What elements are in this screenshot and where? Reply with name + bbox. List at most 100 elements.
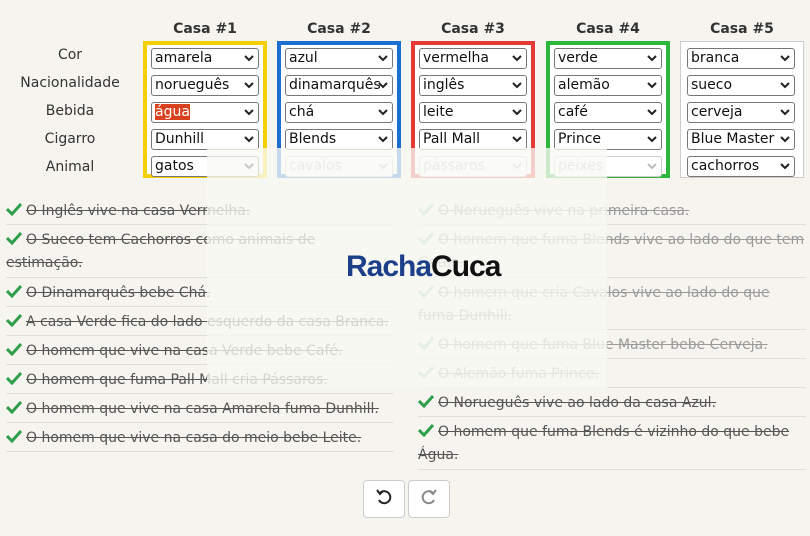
- chevron-down-icon: [378, 53, 388, 63]
- clue-text: O Dinamarquês bebe Chá.: [26, 285, 211, 301]
- chevron-down-icon: [244, 134, 254, 144]
- select-value: inglês: [423, 77, 465, 93]
- chevron-down-icon: [647, 53, 657, 63]
- clue-left-8[interactable]: O homem que vive na casa do meio bebe Le…: [6, 427, 394, 450]
- check-icon: [418, 394, 438, 411]
- divider: [6, 393, 394, 394]
- redo-button[interactable]: [408, 480, 450, 518]
- divider: [418, 416, 806, 417]
- select-value: amarela: [155, 50, 213, 66]
- chevron-down-icon: [512, 134, 522, 144]
- clue-text: O homem que fuma Blends é vizinho do que…: [418, 424, 790, 463]
- racha-cuca-logo: RachaCuca: [346, 250, 501, 283]
- chevron-down-icon: [244, 107, 254, 117]
- check-icon: [6, 313, 26, 330]
- chevron-down-icon: [378, 134, 388, 144]
- check-icon: [6, 371, 26, 388]
- clue-right-6[interactable]: O Norueguês vive ao lado da casa Azul.: [418, 392, 806, 415]
- chevron-down-icon: [512, 107, 522, 117]
- select-value: Dunhill: [155, 131, 205, 147]
- undo-button[interactable]: [363, 480, 405, 518]
- casa-4-cigarro-select[interactable]: Prince: [554, 129, 662, 150]
- select-value: azul: [289, 50, 318, 66]
- chevron-down-icon: [780, 53, 790, 63]
- casa-1-cor-select[interactable]: amarela: [151, 48, 259, 69]
- casa-3-nacionalidade-select[interactable]: inglês: [419, 75, 527, 96]
- casa-3-cor-select[interactable]: vermelha: [419, 48, 527, 69]
- check-icon: [6, 400, 26, 417]
- chevron-down-icon: [780, 134, 790, 144]
- row-label-bebida: Bebida: [45, 103, 95, 119]
- chevron-down-icon: [244, 53, 254, 63]
- check-icon: [6, 342, 26, 359]
- clue-text: O homem que vive na casa Amarela fuma Du…: [26, 401, 379, 417]
- chevron-down-icon: [647, 80, 657, 90]
- select-value: vermelha: [423, 50, 490, 66]
- casa-2-bebida-select[interactable]: chá: [285, 102, 393, 123]
- select-value: alemão: [558, 77, 610, 93]
- row-label-cigarro: Cigarro: [44, 131, 96, 147]
- casa-3-cigarro-select[interactable]: Pall Mall: [419, 129, 527, 150]
- casa-2-cigarro-select[interactable]: Blends: [285, 129, 393, 150]
- divider: [6, 451, 394, 452]
- casa-5-nacionalidade-select[interactable]: sueco: [687, 75, 795, 96]
- select-value: cerveja: [691, 104, 743, 120]
- clue-text: O Norueguês vive ao lado da casa Azul.: [438, 395, 717, 411]
- chevron-down-icon: [378, 107, 388, 117]
- select-value: Blue Master: [691, 131, 775, 147]
- chevron-down-icon: [647, 161, 657, 171]
- casa-1-bebida-select[interactable]: água: [151, 102, 259, 123]
- check-icon: [418, 423, 438, 440]
- casa-1-nacionalidade-select[interactable]: norueguês: [151, 75, 259, 96]
- divider: [418, 469, 806, 470]
- casa-5-bebida-select[interactable]: cerveja: [687, 102, 795, 123]
- select-value: Prince: [558, 131, 602, 147]
- casa-4-nacionalidade-select[interactable]: alemão: [554, 75, 662, 96]
- casa-1-title: Casa #1: [173, 21, 237, 37]
- chevron-down-icon: [244, 80, 254, 90]
- select-value: Pall Mall: [423, 131, 481, 147]
- casa-5-title: Casa #5: [710, 21, 774, 37]
- casa-3-bebida-select[interactable]: leite: [419, 102, 527, 123]
- row-label-nacionalidade: Nacionalidade: [20, 75, 120, 91]
- check-icon: [6, 284, 26, 301]
- select-value: dinamarquês: [289, 77, 381, 93]
- clue-left-7[interactable]: O homem que vive na casa Amarela fuma Du…: [6, 398, 394, 421]
- check-icon: [6, 429, 26, 446]
- chevron-down-icon: [647, 134, 657, 144]
- select-value: norueguês: [155, 77, 230, 93]
- select-value: sueco: [691, 77, 733, 93]
- redo-icon: [419, 487, 439, 511]
- casa-2-cor-select[interactable]: azul: [285, 48, 393, 69]
- chevron-down-icon: [780, 107, 790, 117]
- check-icon: [6, 202, 26, 219]
- select-value: água: [155, 104, 190, 120]
- select-value: branca: [691, 50, 740, 66]
- casa-3-title: Casa #3: [441, 21, 505, 37]
- select-value: Blends: [289, 131, 337, 147]
- row-label-cor: Cor: [57, 47, 83, 63]
- select-value: chá: [289, 104, 315, 120]
- casa-5-cigarro-select[interactable]: Blue Master: [687, 129, 795, 150]
- chevron-down-icon: [780, 161, 790, 171]
- casa-1-cigarro-select[interactable]: Dunhill: [151, 129, 259, 150]
- casa-2-nacionalidade-select[interactable]: dinamarquês: [285, 75, 393, 96]
- select-value: leite: [423, 104, 454, 120]
- check-icon: [6, 231, 26, 248]
- chevron-down-icon: [378, 80, 388, 90]
- chevron-down-icon: [647, 107, 657, 117]
- select-value: gatos: [155, 158, 194, 174]
- casa-5-panel: branca sueco cerveja Blue Master cachorros: [680, 41, 804, 178]
- casa-4-title: Casa #4: [576, 21, 640, 37]
- chevron-down-icon: [780, 80, 790, 90]
- select-value: café: [558, 104, 588, 120]
- select-value: verde: [558, 50, 598, 66]
- casa-5-animal-select[interactable]: cachorros: [687, 156, 795, 177]
- casa-4-bebida-select[interactable]: café: [554, 102, 662, 123]
- casa-4-cor-select[interactable]: verde: [554, 48, 662, 69]
- chevron-down-icon: [512, 80, 522, 90]
- clue-right-7[interactable]: O homem que fuma Blends é vizinho do que…: [418, 421, 806, 467]
- casa-5-cor-select[interactable]: branca: [687, 48, 795, 69]
- undo-icon: [374, 487, 394, 511]
- chevron-down-icon: [512, 53, 522, 63]
